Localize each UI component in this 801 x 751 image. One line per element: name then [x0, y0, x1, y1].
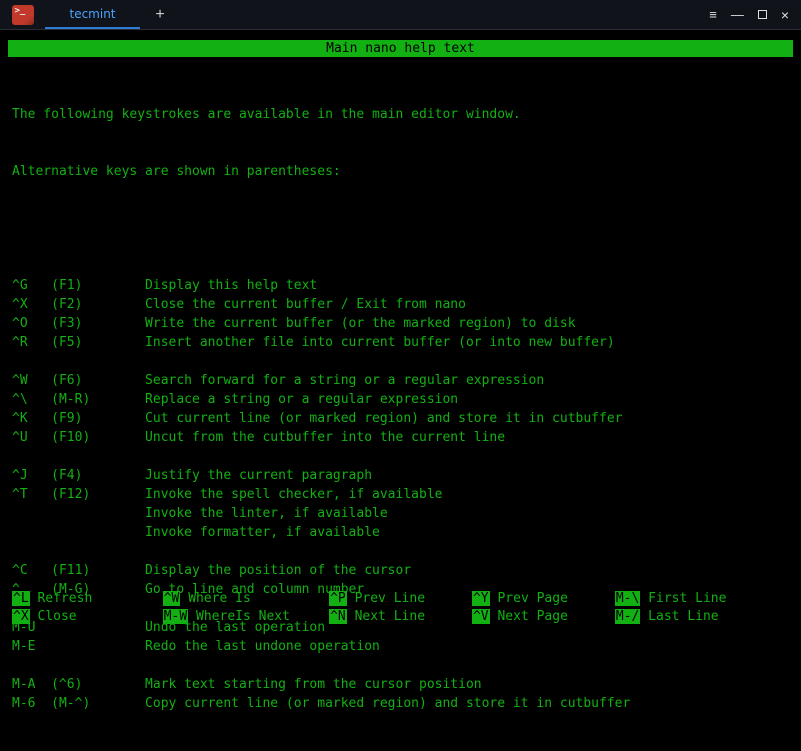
terminal-area[interactable]: Main nano help text The following keystr… [0, 30, 801, 634]
help-row: ^J (F4) Justify the current paragraph [12, 466, 789, 485]
shortcut-label: Prev Page [490, 591, 615, 606]
bottom-shortcut-bar: ^L Refresh ^W Where Is ^P Prev Line ^Y P… [12, 590, 789, 626]
maximize-button[interactable] [758, 10, 767, 19]
terminal-icon [12, 5, 34, 25]
shortcut-cell: ^N Next Line [329, 608, 472, 626]
help-row: ^U (F10) Uncut from the cutbuffer into t… [12, 428, 789, 447]
help-row: M-E Redo the last undone operation [12, 637, 789, 656]
window-titlebar: tecmint + ≡ — × [0, 0, 801, 30]
shortcut-key: ^V [472, 609, 490, 624]
help-row: ^K (F9) Cut current line (or marked regi… [12, 409, 789, 428]
help-row: Invoke formatter, if available [12, 523, 789, 542]
shortcut-cell: M-\ First Line [615, 590, 742, 608]
help-row [12, 542, 789, 561]
help-content: The following keystrokes are available i… [12, 67, 789, 751]
help-row: ^G (F1) Display this help text [12, 276, 789, 295]
shortcut-key: ^X [12, 609, 30, 624]
intro-line: The following keystrokes are available i… [12, 105, 789, 124]
shortcut-key: ^Y [472, 591, 490, 606]
help-row: ^C (F11) Display the position of the cur… [12, 561, 789, 580]
shortcut-label: Last Line [640, 609, 742, 624]
minimize-button[interactable]: — [731, 8, 744, 21]
help-row: ^W (F6) Search forward for a string or a… [12, 371, 789, 390]
shortcut-cell: M-W WhereIs Next [163, 608, 329, 626]
shortcut-cell: ^V Next Page [472, 608, 615, 626]
shortcut-cell: ^L Refresh [12, 590, 163, 608]
shortcut-label: Prev Line [347, 591, 472, 606]
shortcut-cell: ^X Close [12, 608, 163, 626]
intro-line: Alternative keys are shown in parenthese… [12, 162, 789, 181]
shortcut-label: WhereIs Next [188, 609, 329, 624]
help-row: M-A (^6) Mark text starting from the cur… [12, 675, 789, 694]
shortcut-label: Next Line [347, 609, 472, 624]
shortcut-row: ^L Refresh ^W Where Is ^P Prev Line ^Y P… [12, 590, 789, 608]
shortcut-key: M-/ [615, 609, 640, 624]
help-row [12, 447, 789, 466]
help-row: ^O (F3) Write the current buffer (or the… [12, 314, 789, 333]
shortcut-label: Refresh [30, 591, 163, 606]
app-icon [0, 0, 45, 29]
new-tab-button[interactable]: + [140, 0, 180, 29]
help-row: ^\ (M-R) Replace a string or a regular e… [12, 390, 789, 409]
shortcut-key: ^P [329, 591, 347, 606]
shortcut-key: ^W [163, 591, 181, 606]
shortcut-key: M-\ [615, 591, 640, 606]
help-row: ^T (F12) Invoke the spell checker, if av… [12, 485, 789, 504]
help-banner: Main nano help text [8, 40, 793, 57]
shortcut-label: Where Is [180, 591, 329, 606]
shortcut-key: M-W [163, 609, 188, 624]
help-row: ^R (F5) Insert another file into current… [12, 333, 789, 352]
help-row [12, 352, 789, 371]
shortcut-key: ^L [12, 591, 30, 606]
shortcut-cell: M-/ Last Line [615, 608, 742, 626]
shortcut-cell: ^P Prev Line [329, 590, 472, 608]
shortcut-label: Next Page [490, 609, 615, 624]
help-row [12, 656, 789, 675]
shortcut-cell: ^Y Prev Page [472, 590, 615, 608]
shortcut-cell: ^W Where Is [163, 590, 329, 608]
shortcut-key: ^N [329, 609, 347, 624]
help-row: M-6 (M-^) Copy current line (or marked r… [12, 694, 789, 713]
hamburger-icon[interactable]: ≡ [709, 8, 717, 21]
close-button[interactable]: × [781, 8, 789, 22]
help-row: Invoke the linter, if available [12, 504, 789, 523]
help-row: ^X (F2) Close the current buffer / Exit … [12, 295, 789, 314]
shortcut-label: Close [30, 609, 163, 624]
window-controls: ≡ — × [709, 0, 801, 29]
shortcut-row: ^X Close M-W WhereIs Next ^N Next Line ^… [12, 608, 789, 626]
tab-active[interactable]: tecmint [45, 0, 140, 29]
shortcut-label: First Line [640, 591, 742, 606]
